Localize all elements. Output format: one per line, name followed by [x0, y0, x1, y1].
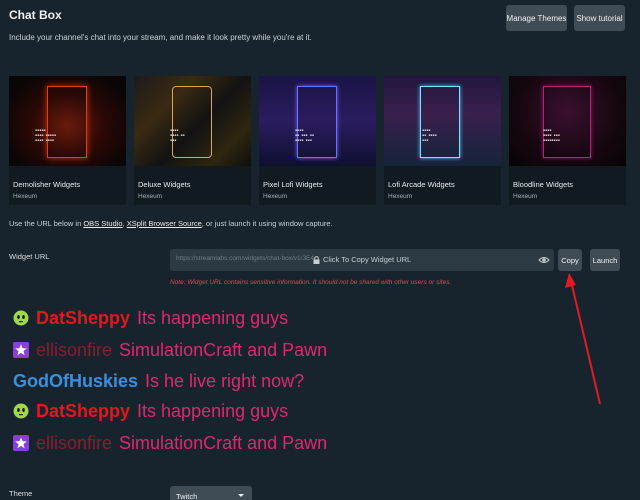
theme-card-author: Hexeum	[388, 193, 413, 200]
obs-studio-link[interactable]: OBS Studio	[83, 219, 122, 228]
chat-text: Is he live right now?	[145, 370, 305, 391]
theme-thumbnail: ▪▪▪▪▪ ▪▪▪▪ ▪▪▪▪▪ ▪▪▪▪ ▪▪▪▪	[9, 76, 126, 166]
launch-button[interactable]: Launch	[590, 249, 620, 271]
theme-thumbnail: ▪▪▪▪ ▪▪ ▪▪▪▪ ▪▪▪	[384, 76, 501, 166]
xsplit-link[interactable]: XSplit Browser Source	[127, 219, 202, 228]
purple-star-icon	[13, 435, 29, 451]
theme-card-author: Hexeum	[138, 193, 163, 200]
green-face-icon	[13, 310, 29, 326]
chat-username: DatSheppy	[36, 307, 131, 328]
green-face-icon	[13, 403, 29, 419]
theme-thumbnail: ▪▪▪▪ ▪▪ ▪▪▪ ▪▪ ▪▪▪▪ ▪▪▪	[259, 76, 376, 166]
theme-thumbnail: ▪▪▪▪ ▪▪▪▪ ▪▪▪ ▪▪▪▪▪▪▪▪	[509, 76, 626, 166]
eye-icon[interactable]	[538, 254, 550, 266]
theme-card-deluxe[interactable]: ▪▪▪▪ ▪▪▪▪ ▪▪ ▪▪▪ Deluxe Widgets Hexeum	[134, 76, 251, 205]
theme-select[interactable]: Twitch	[170, 486, 252, 500]
chat-message: GodOfHuskies Is he live right now?	[13, 369, 304, 393]
chat-username: GodOfHuskies	[13, 370, 139, 391]
theme-card-demolisher[interactable]: ▪▪▪▪▪ ▪▪▪▪ ▪▪▪▪▪ ▪▪▪▪ ▪▪▪▪ Demolisher Widg…	[9, 76, 126, 205]
theme-thumbnail: ▪▪▪▪ ▪▪▪▪ ▪▪ ▪▪▪	[134, 76, 251, 166]
lock-icon	[313, 255, 320, 264]
chat-username: ellisonfire	[36, 432, 113, 453]
theme-card-pixel-lofi[interactable]: ▪▪▪▪ ▪▪ ▪▪▪ ▪▪ ▪▪▪▪ ▪▪▪ Pixel Lofi Widgets…	[259, 76, 376, 205]
chat-message: ellisonfire SimulationCraft and Pawn	[13, 338, 327, 362]
theme-label: Theme	[9, 489, 33, 498]
theme-card-bloodline[interactable]: ▪▪▪▪ ▪▪▪▪ ▪▪▪ ▪▪▪▪▪▪▪▪ Bloodline Widgets H…	[509, 76, 626, 205]
chat-text: SimulationCraft and Pawn	[119, 339, 328, 360]
widget-url-field[interactable]: https://streamlabs.com/widgets/chat-box/…	[170, 249, 554, 271]
chat-text: Its happening guys	[137, 400, 289, 421]
instructions-prefix: Use the URL below in	[9, 219, 84, 228]
instructions-suffix: , or just launch it using window capture…	[201, 219, 333, 228]
widget-url-text: https://streamlabs.com/widgets/chat-box/…	[176, 255, 315, 262]
theme-card-author: Hexeum	[263, 193, 288, 200]
chat-username: ellisonfire	[36, 339, 113, 360]
chat-message: DatSheppy Its happening guys	[13, 306, 288, 330]
chat-message: ellisonfire SimulationCraft and Pawn	[13, 431, 327, 455]
chevron-down-icon	[238, 494, 244, 497]
copy-hint-text: Click To Copy Widget URL	[323, 255, 412, 264]
widget-url-label: Widget URL	[9, 252, 50, 261]
usage-instructions: Use the URL below in OBS Studio, XSplit …	[9, 219, 333, 228]
chat-text: Its happening guys	[137, 307, 289, 328]
page-subtitle: Include your channel's chat into your st…	[9, 33, 312, 42]
chat-text: SimulationCraft and Pawn	[119, 432, 328, 453]
theme-card-author: Hexeum	[513, 193, 538, 200]
chat-username: DatSheppy	[36, 400, 131, 421]
theme-card-name: Pixel Lofi Widgets	[263, 180, 323, 189]
theme-card-author: Hexeum	[13, 193, 38, 200]
theme-card-lofi-arcade[interactable]: ▪▪▪▪ ▪▪ ▪▪▪▪ ▪▪▪ Lofi Arcade Widgets Hexeu…	[384, 76, 501, 205]
theme-card-name: Demolisher Widgets	[13, 180, 81, 189]
copy-button[interactable]: Copy	[558, 249, 582, 271]
theme-selected-value: Twitch	[176, 491, 198, 500]
chat-message: DatSheppy Its happening guys	[13, 399, 288, 423]
sensitive-url-note: Note: Widget URL contains sensitive info…	[170, 279, 452, 286]
theme-card-name: Lofi Arcade Widgets	[388, 180, 455, 189]
purple-star-icon	[13, 342, 29, 358]
page-title: Chat Box	[9, 8, 62, 22]
show-tutorial-button[interactable]: Show tutorial	[574, 5, 625, 31]
theme-card-name: Deluxe Widgets	[138, 180, 191, 189]
copy-hint[interactable]: Click To Copy Widget URL	[313, 255, 411, 264]
manage-themes-button[interactable]: Manage Themes	[506, 5, 567, 31]
theme-card-name: Bloodline Widgets	[513, 180, 574, 189]
